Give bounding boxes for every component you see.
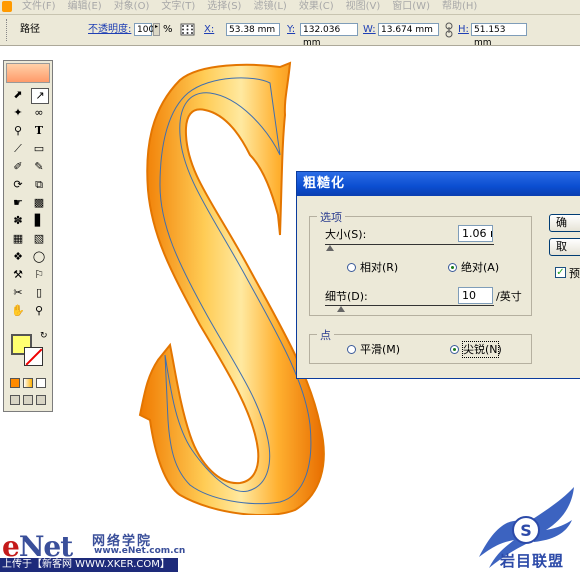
zoom-tool-icon[interactable]: ⚲ xyxy=(31,304,47,318)
options-group-legend: 选项 xyxy=(317,209,345,225)
x-field[interactable]: 53.38 mm xyxy=(226,23,280,36)
detail-slider-track[interactable] xyxy=(325,305,494,306)
mesh-tool-icon[interactable]: ▦ xyxy=(10,232,26,246)
selection-tool-icon[interactable]: ⬈ xyxy=(10,88,26,102)
menu-view[interactable]: 视图(V) xyxy=(346,0,381,14)
line-tool-icon[interactable]: ⟋ xyxy=(10,142,26,156)
hand-tool-icon[interactable]: ✋ xyxy=(10,304,26,318)
w-field[interactable]: 13.674 mm xyxy=(378,23,439,36)
svg-text:S: S xyxy=(520,521,532,540)
dialog-title[interactable]: 粗糙化 xyxy=(297,172,580,196)
direct-selection-tool-icon[interactable]: ↗ xyxy=(31,88,49,104)
eyedropper-tool-icon[interactable]: ❖ xyxy=(10,250,26,264)
menu-type[interactable]: 文字(T) xyxy=(161,0,195,14)
magic-wand-tool-icon[interactable]: ✦ xyxy=(10,106,26,120)
symbol-sprayer-tool-icon[interactable]: ✽ xyxy=(10,214,26,228)
pen-tool-icon[interactable]: ⚲ xyxy=(10,124,26,138)
w-label[interactable]: W: xyxy=(363,24,376,36)
selection-type-label: 路径 xyxy=(20,24,40,35)
slice-tool-icon[interactable]: ✂ xyxy=(10,286,26,300)
corner-label[interactable]: 尖锐(N) xyxy=(463,343,502,356)
h-label[interactable]: H: xyxy=(458,24,469,36)
menu-object[interactable]: 对象(O) xyxy=(114,0,150,14)
y-field[interactable]: 132.036 mm xyxy=(300,23,358,48)
detail-slider-thumb[interactable] xyxy=(337,306,345,312)
cancel-button[interactable]: 取 xyxy=(549,238,580,256)
smooth-radio[interactable] xyxy=(347,345,356,354)
y-label[interactable]: Y: xyxy=(287,24,295,36)
detail-unit: /英寸 xyxy=(496,290,522,303)
detail-field[interactable]: 10 xyxy=(458,287,493,304)
menu-select[interactable]: 选择(S) xyxy=(207,0,241,14)
smooth-label[interactable]: 平滑(M) xyxy=(360,343,400,356)
stroke-color-swatch[interactable] xyxy=(24,347,43,366)
menu-effect[interactable]: 效果(C) xyxy=(299,0,334,14)
menu-bar: 文件(F) 编辑(E) 对象(O) 文字(T) 选择(S) 滤镜(L) 效果(C… xyxy=(0,0,580,15)
rotate-tool-icon[interactable]: ⟳ xyxy=(10,178,26,192)
h-field[interactable]: 51.153 mm xyxy=(471,23,527,48)
size-label: 大小(S): xyxy=(325,228,367,241)
column-graph-tool-icon[interactable]: ▋ xyxy=(31,214,47,228)
none-mode-swatch[interactable] xyxy=(36,378,46,388)
detail-label: 细节(D): xyxy=(325,290,368,303)
control-bar: 路径 不透明度: 100 ▸ % X: 53.38 mm Y: 132.036 … xyxy=(0,15,580,48)
opacity-link[interactable]: 不透明度: xyxy=(88,24,131,36)
roughen-dialog: 粗糙化 选项 大小(S): 1.06 m 相对(R) 绝对(A) 细节(D): … xyxy=(296,171,580,379)
blend-tool-icon[interactable]: ◯ xyxy=(31,250,47,264)
relative-label[interactable]: 相对(R) xyxy=(360,261,398,274)
control-bar-grip[interactable] xyxy=(6,19,10,41)
relative-radio[interactable] xyxy=(347,263,356,272)
menu-window[interactable]: 窗口(W) xyxy=(392,0,430,14)
warp-tool-icon[interactable]: ☛ xyxy=(10,196,26,210)
size-field[interactable]: 1.06 m xyxy=(458,225,493,242)
illustrator-app-icon[interactable] xyxy=(2,1,12,12)
size-slider-track[interactable] xyxy=(325,244,494,245)
opacity-unit: % xyxy=(163,24,173,35)
eraser-tool-icon[interactable]: ▯ xyxy=(31,286,47,300)
live-paint-selection-tool-icon[interactable]: ⚐ xyxy=(31,268,47,282)
full-screen-mode-button[interactable] xyxy=(36,395,46,405)
points-group-legend: 点 xyxy=(317,327,334,343)
toolbox-flower-logo[interactable] xyxy=(6,63,50,83)
lasso-tool-icon[interactable]: ∞ xyxy=(31,106,47,120)
opacity-dropdown-arrow[interactable]: ▸ xyxy=(153,23,160,36)
menu-help[interactable]: 帮助(H) xyxy=(442,0,477,14)
gradient-mode-swatch[interactable] xyxy=(23,378,33,388)
menu-file[interactable]: 文件(F) xyxy=(22,0,56,14)
color-mode-swatch[interactable] xyxy=(10,378,20,388)
menu-edit[interactable]: 编辑(E) xyxy=(68,0,102,14)
type-tool-icon[interactable]: T xyxy=(31,124,47,138)
full-screen-menu-mode-button[interactable] xyxy=(23,395,33,405)
live-paint-bucket-tool-icon[interactable]: ⚒ xyxy=(10,268,26,282)
absolute-radio[interactable] xyxy=(448,263,457,272)
menu-list: 文件(F) 编辑(E) 对象(O) 文字(T) 选择(S) 滤镜(L) 效果(C… xyxy=(22,0,477,14)
preview-checkbox[interactable]: ✓ xyxy=(555,267,566,278)
site-name-text: 岩目联盟 xyxy=(500,552,565,570)
absolute-label[interactable]: 绝对(A) xyxy=(461,261,499,274)
upload-source-bar: 上传于【新客网 WWW.XKER.COM】 xyxy=(0,558,178,572)
toolbox-panel: ⬈ ↗ ✦ ∞ ⚲ T ⟋ ▭ ✐ ✎ ⟳ ⧉ ☛ ▩ ✽ ▋ ▦ ▧ ❖ ◯ … xyxy=(3,60,53,412)
free-transform-tool-icon[interactable]: ▩ xyxy=(31,196,47,210)
scale-tool-icon[interactable]: ⧉ xyxy=(31,178,47,192)
normal-screen-mode-button[interactable] xyxy=(10,395,20,405)
constrain-link-icon[interactable] xyxy=(444,22,454,38)
ok-button[interactable]: 确 xyxy=(549,214,580,232)
opacity-field[interactable]: 100 xyxy=(134,23,154,36)
menu-filter[interactable]: 滤镜(L) xyxy=(253,0,286,14)
reference-point-icon[interactable] xyxy=(180,23,196,37)
size-slider-thumb[interactable] xyxy=(326,245,334,251)
enet-url-text: www.eNet.com.cn xyxy=(94,546,186,556)
swap-colors-icon[interactable]: ↻ xyxy=(40,331,48,341)
corner-radio[interactable] xyxy=(450,345,459,354)
pencil-tool-icon[interactable]: ✎ xyxy=(31,160,47,174)
x-label[interactable]: X: xyxy=(204,24,214,36)
preview-label[interactable]: 预 xyxy=(569,267,580,280)
gradient-tool-icon[interactable]: ▧ xyxy=(31,232,47,246)
paintbrush-tool-icon[interactable]: ✐ xyxy=(10,160,26,174)
rectangle-tool-icon[interactable]: ▭ xyxy=(31,142,47,156)
